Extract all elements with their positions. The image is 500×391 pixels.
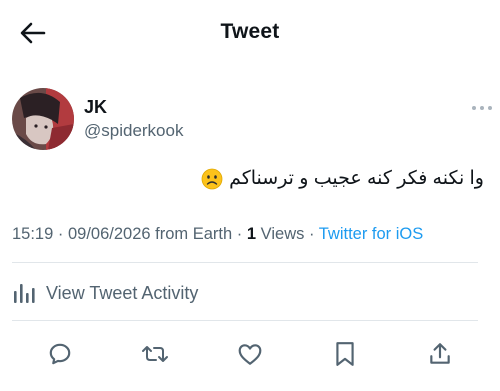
tweet-actions-bar <box>0 336 500 372</box>
views-label[interactable]: Views <box>261 225 305 243</box>
author-display-name[interactable]: JK <box>84 97 107 118</box>
page-title: Tweet <box>220 20 280 43</box>
bar-chart-icon <box>14 284 35 303</box>
view-tweet-activity-label: View Tweet Activity <box>46 282 199 303</box>
retweet-icon <box>142 346 168 362</box>
more-dots-icon <box>472 106 492 110</box>
reply-icon <box>49 343 71 365</box>
client-link[interactable]: Twitter for iOS <box>319 225 424 243</box>
divider <box>12 262 478 263</box>
tweet-text: وا نکنه فکر کنه عجیب و ترسناکم <box>201 167 484 190</box>
divider <box>12 320 478 321</box>
avatar[interactable] <box>12 88 74 150</box>
worried-face-emoji <box>201 168 223 189</box>
views-count: 1 <box>246 225 257 243</box>
tweet-body: وا نکنه فکر کنه عجیب و ترسناکم <box>229 168 484 189</box>
top-bar: Tweet <box>0 0 500 66</box>
reply-button[interactable] <box>42 336 78 372</box>
tweet-time: 15:19 <box>12 225 54 243</box>
bookmark-icon <box>336 342 354 366</box>
heart-icon <box>238 344 262 365</box>
share-icon <box>430 343 450 364</box>
view-tweet-activity-button[interactable]: View Tweet Activity <box>12 280 198 306</box>
bookmark-button[interactable] <box>327 336 363 372</box>
tweet-date: 09/06/2026 <box>67 225 151 243</box>
more-options-button[interactable] <box>468 101 496 115</box>
tweet-location: from Earth <box>155 225 233 243</box>
share-button[interactable] <box>422 336 458 372</box>
author-handle[interactable]: @spiderkook <box>84 121 183 141</box>
tweet-metadata: 15:19 · 09/06/2026 from Earth · 1 Views … <box>12 225 424 243</box>
retweet-button[interactable] <box>137 336 173 372</box>
like-button[interactable] <box>232 336 268 372</box>
